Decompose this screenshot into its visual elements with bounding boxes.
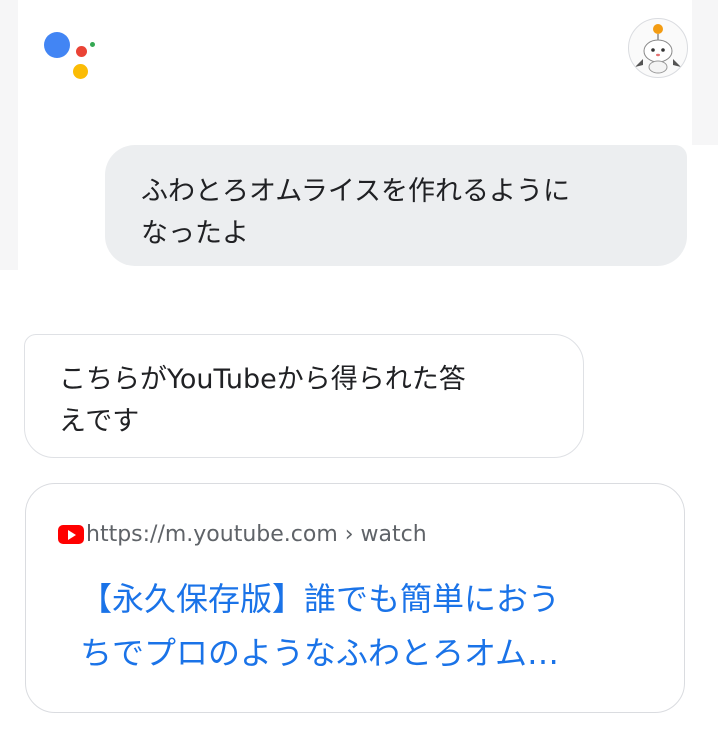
card-source: https://m.youtube.com › watch bbox=[58, 522, 427, 547]
source-url: https://m.youtube.com › watch bbox=[86, 522, 427, 547]
assistant-screen: ふわとろオムライスを作れるように なったよ こちらがYouTubeから得られた答… bbox=[0, 0, 718, 736]
result-card[interactable]: https://m.youtube.com › watch 【永久保存版】誰でも… bbox=[25, 483, 685, 713]
result-title-line[interactable]: 【永久保存版】誰でも簡単におう bbox=[80, 572, 670, 626]
user-avatar[interactable] bbox=[628, 18, 688, 78]
logo-green-dot bbox=[90, 42, 95, 47]
result-title-line[interactable]: ちでプロのようなふわとろオム… bbox=[80, 626, 670, 680]
user-message-bubble: ふわとろオムライスを作れるように なったよ bbox=[105, 145, 687, 266]
logo-red-dot bbox=[76, 46, 87, 57]
assistant-message-line: こちらがYouTubeから得られた答 bbox=[59, 364, 466, 395]
assistant-message-bubble: こちらがYouTubeから得られた答 えです bbox=[24, 334, 584, 458]
user-message-line: なったよ bbox=[141, 218, 249, 249]
logo-blue-dot bbox=[44, 32, 70, 58]
youtube-icon bbox=[58, 525, 84, 544]
user-message-line: ふわとろオムライスを作れるように bbox=[141, 176, 571, 207]
avatar-character-icon bbox=[635, 24, 681, 74]
background-edge bbox=[0, 0, 18, 270]
google-assistant-logo-icon bbox=[40, 28, 100, 84]
result-title-link[interactable]: 【永久保存版】誰でも簡単におう ちでプロのようなふわとろオム… bbox=[80, 572, 670, 680]
logo-yellow-dot bbox=[73, 64, 88, 79]
assistant-message-line: えです bbox=[59, 406, 140, 437]
background-edge bbox=[692, 0, 718, 145]
